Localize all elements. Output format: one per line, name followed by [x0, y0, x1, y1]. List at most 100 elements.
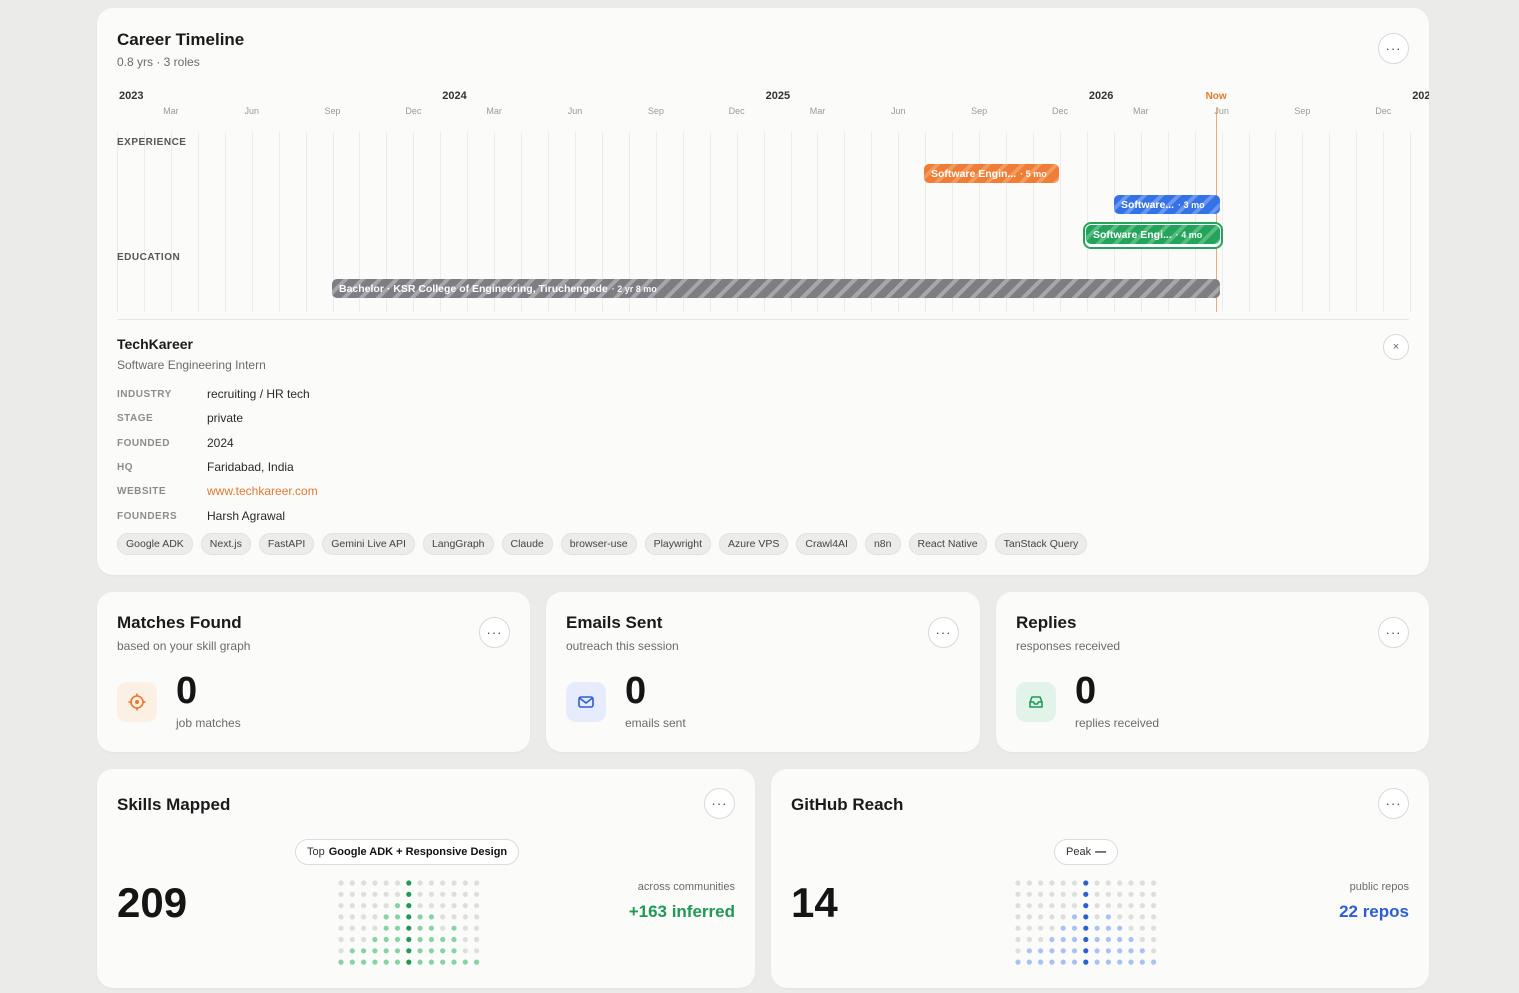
github-dot [1105, 959, 1111, 965]
skills-dot [462, 948, 468, 954]
target-icon [117, 682, 157, 722]
emails-caption: emails sent [625, 716, 686, 730]
skills-dot [361, 959, 367, 965]
tech-tag[interactable]: TanStack Query [994, 533, 1088, 555]
experience-bar-1[interactable]: Software Engin... · 5 mo [924, 164, 1059, 183]
skills-dot [474, 959, 480, 965]
tech-tag[interactable]: browser-use [560, 533, 637, 555]
github-dot [1094, 914, 1100, 920]
github-dot [1071, 891, 1078, 897]
skills-dot [338, 891, 344, 897]
github-dot [1128, 948, 1134, 954]
skills-dot [372, 914, 378, 920]
tech-tag[interactable]: LangGraph [422, 533, 494, 555]
skills-dot [372, 925, 378, 931]
detail-value-stage: private [207, 411, 244, 426]
replies-caption: replies received [1075, 716, 1160, 730]
github-dot [1049, 925, 1055, 931]
skills-dot [372, 903, 378, 909]
github-dot [1139, 891, 1145, 897]
github-dot [1015, 880, 1021, 886]
tech-tag[interactable]: Claude [501, 533, 553, 555]
education-bar-label: Bachelor · KSR College of Engineering, T… [339, 282, 608, 295]
tech-tag[interactable]: FastAPI [258, 533, 315, 555]
skills-dot [440, 936, 446, 943]
github-dot [1105, 936, 1111, 943]
timeline-gridline [1248, 132, 1250, 312]
skills-more-button[interactable]: ··· [704, 788, 735, 819]
skills-dot [462, 914, 468, 920]
emails-title: Emails Sent [566, 613, 663, 632]
github-dot [1038, 936, 1044, 943]
skills-dot [349, 959, 355, 965]
skills-dot [372, 959, 378, 965]
skills-dot [383, 891, 389, 897]
skills-dot [474, 914, 480, 920]
skills-pill-value: Google ADK + Responsive Design [328, 846, 508, 858]
tech-tag[interactable]: Next.js [200, 533, 251, 555]
detail-value-hq: Faridabad, India [207, 459, 294, 474]
github-card: GitHub Reach ··· 14 Peak — public repos … [771, 769, 1429, 988]
skills-dot [338, 936, 344, 943]
skills-dot [394, 880, 401, 886]
skills-dot [383, 936, 389, 943]
emails-more-button[interactable]: ··· [928, 617, 959, 648]
skills-dot [361, 936, 367, 943]
experience-bar-2-label: Software... [1121, 198, 1175, 211]
skills-dot [361, 891, 367, 897]
skills-dot [372, 948, 378, 954]
github-more-button[interactable]: ··· [1378, 788, 1409, 819]
skills-dot [361, 925, 367, 931]
tech-tag[interactable]: Playwright [644, 533, 711, 555]
github-dot [1151, 903, 1157, 909]
skills-dot [462, 903, 468, 909]
company-role: Software Engineering Intern [117, 358, 266, 372]
tech-tag[interactable]: Crawl4AI [796, 533, 857, 555]
replies-title: Replies [1016, 613, 1077, 632]
timeline-month-label: Jun [567, 106, 583, 116]
education-bar[interactable]: Bachelor · KSR College of Engineering, T… [332, 279, 1220, 298]
github-dot [1038, 914, 1044, 920]
skills-dot [338, 925, 344, 931]
skills-dot [474, 891, 480, 897]
skills-pill-prefix: Top [307, 846, 325, 858]
tech-tag[interactable]: Azure VPS [719, 533, 789, 555]
timeline-month-label: Sep [324, 106, 341, 116]
github-dot [1015, 925, 1021, 931]
github-dot [1083, 925, 1089, 931]
tech-tag[interactable]: n8n [864, 533, 901, 555]
github-dot [1117, 948, 1123, 954]
experience-bar-2[interactable]: Software... · 3 mo [1114, 195, 1220, 214]
github-dot [1105, 948, 1111, 954]
github-dot [1071, 880, 1078, 886]
github-dot [1060, 925, 1066, 931]
github-dot [1151, 925, 1157, 931]
skills-dot [451, 948, 457, 954]
skills-dot [394, 925, 401, 931]
education-bar-duration: · 2 yr 8 mo [611, 283, 657, 294]
timeline-month-label: Mar [809, 106, 826, 116]
tech-tag[interactable]: Google ADK [117, 533, 193, 555]
github-dot [1117, 936, 1123, 943]
skills-dot [417, 891, 423, 897]
education-section-label: EDUCATION [117, 252, 181, 263]
tech-tag[interactable]: React Native [908, 533, 987, 555]
skills-dot [406, 936, 412, 943]
skills-dot [338, 903, 344, 909]
skills-dot [474, 880, 480, 886]
matches-value: 0 [176, 670, 198, 712]
experience-bar-3-selected[interactable]: Software Engi... · 4 mo [1086, 225, 1220, 244]
close-detail-button[interactable]: × [1383, 334, 1409, 360]
timeline-month-label: Jun [244, 106, 259, 116]
github-dot-grid [1015, 880, 1157, 965]
replies-more-button[interactable]: ··· [1378, 617, 1409, 648]
timeline-more-button[interactable]: ··· [1378, 33, 1409, 64]
matches-more-button[interactable]: ··· [479, 617, 510, 648]
website-link[interactable]: www.techkareer.com [207, 484, 318, 498]
tech-tag[interactable]: Gemini Live API [322, 533, 415, 555]
github-dot [1105, 903, 1111, 909]
github-dot [1049, 914, 1055, 920]
skills-dot [462, 925, 468, 931]
github-dot [1094, 925, 1100, 931]
github-dot [1083, 959, 1089, 965]
